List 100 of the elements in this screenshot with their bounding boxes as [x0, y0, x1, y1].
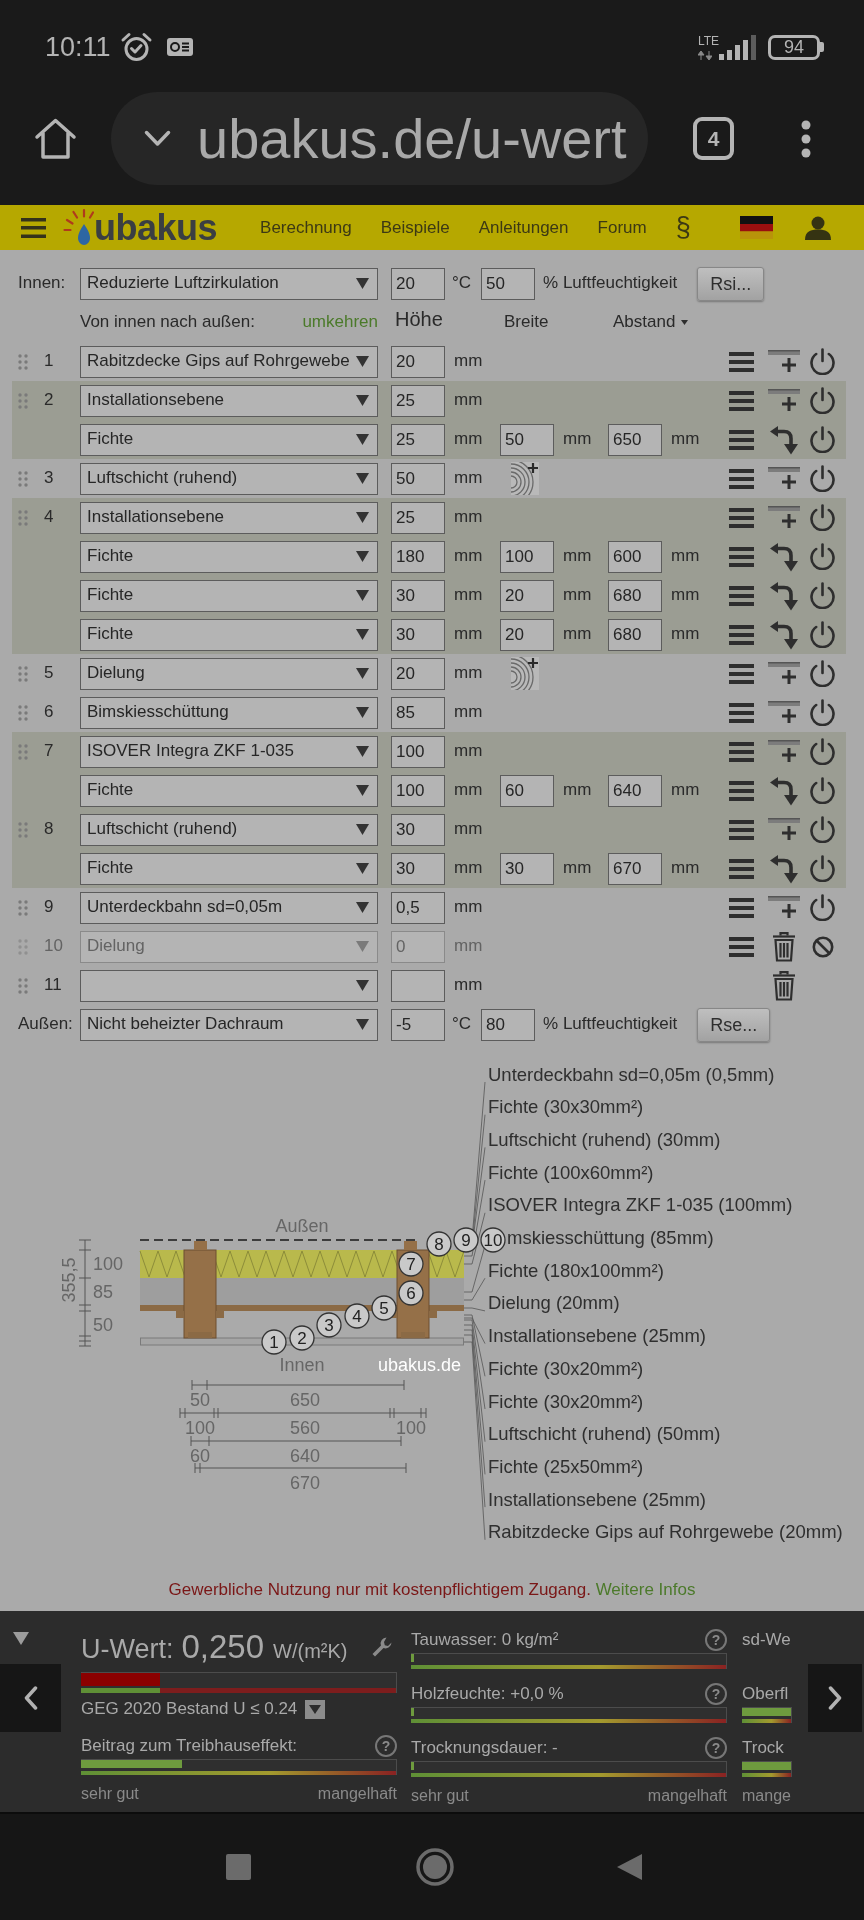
- power-icon[interactable]: [809, 504, 836, 531]
- material-select[interactable]: Unterdeckbahn sd=0,05m: [80, 891, 378, 924]
- power-icon[interactable]: [809, 738, 836, 765]
- wood-section-icon[interactable]: [511, 657, 539, 690]
- thickness-field[interactable]: 30: [391, 618, 445, 651]
- thickness-field[interactable]: 25: [391, 501, 445, 534]
- nav-link[interactable]: Anleitungen: [478, 219, 569, 236]
- power-icon[interactable]: [809, 699, 836, 726]
- wrench-icon[interactable]: [371, 1636, 393, 1658]
- nav-link[interactable]: Forum: [597, 219, 647, 236]
- caret-icon[interactable]: [13, 1632, 29, 1645]
- back-icon[interactable]: [617, 1854, 642, 1880]
- menu-icon[interactable]: [729, 819, 754, 840]
- power-icon[interactable]: [809, 894, 836, 921]
- surface-resistance-button[interactable]: Rse...: [697, 1007, 771, 1042]
- layer-add-icon[interactable]: [768, 895, 800, 920]
- width-field[interactable]: 20: [500, 579, 554, 612]
- layer-add-icon[interactable]: [768, 661, 800, 686]
- power-icon[interactable]: [809, 426, 836, 453]
- spacing-field[interactable]: 680: [608, 579, 662, 612]
- next-button[interactable]: [808, 1664, 862, 1732]
- turn-arrow-icon[interactable]: [770, 580, 798, 611]
- drag-handle-icon[interactable]: [18, 821, 28, 838]
- address-bar[interactable]: ubakus.de/u-wert: [111, 92, 648, 185]
- spacing-field[interactable]: 600: [608, 540, 662, 573]
- menu-icon[interactable]: [729, 351, 754, 372]
- menu-icon[interactable]: [729, 741, 754, 762]
- material-select[interactable]: Fichte: [80, 423, 378, 456]
- thickness-field[interactable]: 30: [391, 579, 445, 612]
- power-icon[interactable]: [809, 816, 836, 843]
- column-header[interactable]: Abstand: [613, 312, 676, 333]
- thickness-field[interactable]: 85: [391, 696, 445, 729]
- nav-link[interactable]: Beispiele: [380, 219, 450, 236]
- home-button-icon[interactable]: [416, 1848, 454, 1886]
- material-select[interactable]: Luftschicht (ruhend): [80, 462, 378, 495]
- menu-icon[interactable]: [729, 897, 754, 918]
- menu-icon[interactable]: [729, 390, 754, 411]
- turn-arrow-icon[interactable]: [770, 424, 798, 455]
- thickness-field[interactable]: 180: [391, 540, 445, 573]
- previous-button[interactable]: [0, 1664, 61, 1732]
- thickness-field[interactable]: 25: [391, 384, 445, 417]
- menu-icon[interactable]: [729, 858, 754, 879]
- drag-handle-icon[interactable]: [18, 392, 28, 409]
- material-select[interactable]: Fichte: [80, 774, 378, 807]
- spacing-field[interactable]: 670: [608, 852, 662, 885]
- drag-handle-icon[interactable]: [18, 743, 28, 760]
- help-button[interactable]: ?: [705, 1629, 727, 1651]
- humidity-field[interactable]: 50: [481, 267, 536, 300]
- power-icon[interactable]: [809, 660, 836, 687]
- thickness-field[interactable]: 100: [391, 735, 445, 768]
- help-button[interactable]: ?: [705, 1683, 727, 1705]
- climate-select[interactable]: Nicht beheizter Dachraum: [80, 1008, 378, 1041]
- layer-add-icon[interactable]: [768, 505, 800, 530]
- menu-icon[interactable]: [729, 663, 754, 684]
- power-icon[interactable]: [809, 465, 836, 492]
- power-icon[interactable]: [809, 855, 836, 882]
- layer-add-icon[interactable]: [768, 700, 800, 725]
- help-button[interactable]: ?: [375, 1735, 397, 1757]
- drag-handle-icon[interactable]: [18, 899, 28, 916]
- drag-handle-icon[interactable]: [18, 704, 28, 721]
- power-icon[interactable]: [809, 387, 836, 414]
- legal-link[interactable]: §: [675, 214, 691, 241]
- thickness-field[interactable]: 100: [391, 774, 445, 807]
- drag-handle-icon[interactable]: [18, 665, 28, 682]
- humidity-field[interactable]: 80: [481, 1008, 536, 1041]
- power-icon[interactable]: [809, 621, 836, 648]
- menu-icon[interactable]: [21, 217, 46, 238]
- tab-count-button[interactable]: 4: [693, 117, 734, 160]
- material-select[interactable]: Rabitzdecke Gips auf Rohrgewebe: [80, 345, 378, 378]
- turn-arrow-icon[interactable]: [770, 775, 798, 806]
- drag-handle-icon[interactable]: [18, 353, 28, 370]
- temperature-field[interactable]: -5: [391, 1008, 445, 1041]
- spacing-field[interactable]: 650: [608, 423, 662, 456]
- trash-icon[interactable]: [772, 931, 796, 962]
- turn-arrow-icon[interactable]: [770, 541, 798, 572]
- menu-icon[interactable]: [729, 507, 754, 528]
- menu-icon[interactable]: [729, 936, 754, 957]
- drag-handle-icon[interactable]: [18, 977, 28, 994]
- home-icon[interactable]: [34, 117, 77, 160]
- caret-icon[interactable]: [681, 320, 689, 325]
- layer-add-icon[interactable]: [768, 739, 800, 764]
- layer-add-icon[interactable]: [768, 817, 800, 842]
- surface-resistance-button[interactable]: Rsi...: [697, 266, 765, 301]
- turn-arrow-icon[interactable]: [770, 619, 798, 650]
- spacing-field[interactable]: 640: [608, 774, 662, 807]
- material-select[interactable]: Fichte: [80, 618, 378, 651]
- flag-icon[interactable]: [739, 216, 773, 239]
- nav-link[interactable]: Berechnung: [260, 219, 352, 236]
- width-field[interactable]: 100: [500, 540, 554, 573]
- thickness-field[interactable]: 50: [391, 462, 445, 495]
- thickness-field[interactable]: 0,5: [391, 891, 445, 924]
- logo-text[interactable]: ubakus: [94, 209, 218, 246]
- kebab-menu-icon[interactable]: [800, 119, 812, 158]
- material-select[interactable]: Luftschicht (ruhend): [80, 813, 378, 846]
- material-select[interactable]: ISOVER Integra ZKF 1-035: [80, 735, 378, 768]
- material-select[interactable]: Bimskiesschüttung: [80, 696, 378, 729]
- ban-icon[interactable]: [811, 935, 834, 958]
- drag-handle-icon[interactable]: [18, 938, 28, 955]
- wood-section-icon[interactable]: [511, 462, 539, 495]
- thickness-field[interactable]: 30: [391, 852, 445, 885]
